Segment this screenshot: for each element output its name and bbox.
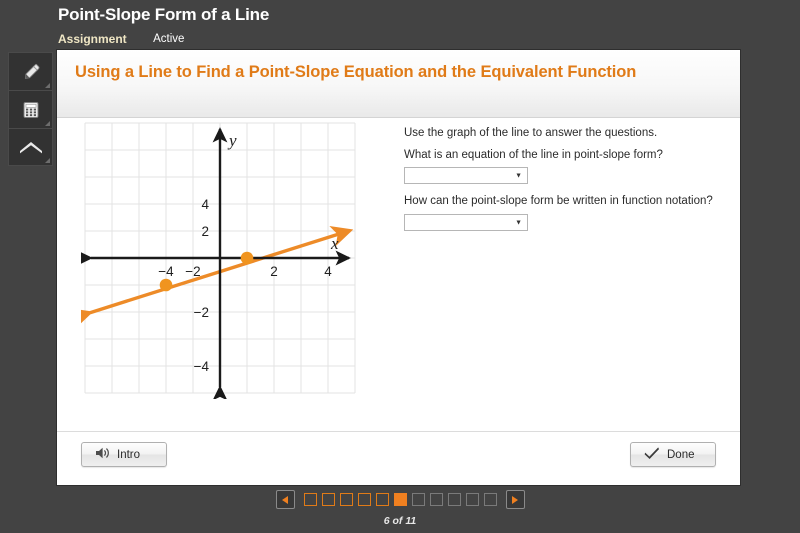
page-box-2[interactable]	[321, 493, 335, 506]
question-1-dropdown[interactable]: ▼	[404, 167, 528, 185]
page-box-4[interactable]	[357, 493, 371, 506]
triangle-left-icon	[282, 495, 288, 504]
page-box-3[interactable]	[339, 493, 353, 506]
tool-rail	[8, 52, 53, 166]
page-box-11[interactable]	[483, 493, 497, 506]
tabbar: Assignment Active	[58, 32, 206, 48]
tab-active[interactable]: Active	[153, 32, 184, 45]
chevron-down-icon: ▼	[515, 219, 522, 227]
ytick-2: 2	[201, 224, 209, 239]
xtick--2b: −2	[185, 264, 200, 279]
previous-page-button[interactable]	[275, 490, 295, 509]
coordinate-plane-graph: −4 −2 −2 2 4 4 2 −2 −4 y x	[81, 119, 359, 399]
ytick-4: 4	[201, 197, 209, 212]
done-button-label: Done	[667, 448, 695, 461]
intro-button-label: Intro	[117, 448, 141, 461]
lesson-title: Using a Line to Find a Point-Slope Equat…	[75, 63, 637, 81]
x-axis-label: x	[330, 234, 339, 253]
speaker-icon	[95, 446, 110, 463]
ytick--2: −2	[194, 305, 209, 320]
page-box-1[interactable]	[303, 493, 317, 506]
y-axis-label: y	[227, 131, 237, 150]
page-box-5[interactable]	[375, 493, 389, 506]
collapse-tool-button[interactable]	[8, 128, 53, 166]
xtick-4: 4	[324, 264, 332, 279]
intro-button[interactable]: Intro	[81, 442, 167, 467]
next-page-button[interactable]	[505, 490, 525, 509]
triangle-right-icon	[512, 495, 518, 504]
chevron-down-icon: ▼	[515, 172, 522, 180]
pen-icon	[20, 61, 42, 83]
question-2-dropdown[interactable]: ▼	[404, 214, 528, 232]
xtick-2: 2	[270, 264, 278, 279]
lesson-header: Using a Line to Find a Point-Slope Equat…	[57, 50, 740, 118]
xtick--4: −4	[158, 264, 174, 279]
chevron-up-icon	[18, 137, 44, 157]
question-1-text: What is an equation of the line in point…	[404, 148, 663, 161]
page-box-8[interactable]	[429, 493, 443, 506]
page-box-group	[303, 493, 497, 506]
ytick--4: −4	[194, 359, 210, 374]
content-panel: Using a Line to Find a Point-Slope Equat…	[57, 50, 740, 485]
pager-row	[275, 490, 525, 509]
page-counter: 6 of 11	[383, 515, 417, 527]
app-header: Point-Slope Form of a Line Assignment Ac…	[0, 0, 800, 50]
question-2-text: How can the point-slope form be written …	[404, 195, 713, 208]
calculator-icon	[21, 100, 41, 120]
question-lead: Use the graph of the line to answer the …	[404, 127, 658, 139]
checkmark-icon	[644, 446, 660, 463]
question-column: Use the graph of the line to answer the …	[404, 125, 724, 240]
calculator-tool-button[interactable]	[8, 90, 53, 128]
done-button[interactable]: Done	[630, 442, 716, 467]
tab-assignment[interactable]: Assignment	[58, 32, 127, 46]
panel-footer: Intro Done	[57, 431, 740, 485]
page-box-10[interactable]	[465, 493, 479, 506]
highlighter-tool-button[interactable]	[8, 52, 53, 90]
page-box-7[interactable]	[411, 493, 425, 506]
pagination-bar: 6 of 11	[0, 490, 800, 527]
page-title: Point-Slope Form of a Line	[58, 5, 270, 24]
page-box-6[interactable]	[393, 493, 407, 506]
page-box-9[interactable]	[447, 493, 461, 506]
